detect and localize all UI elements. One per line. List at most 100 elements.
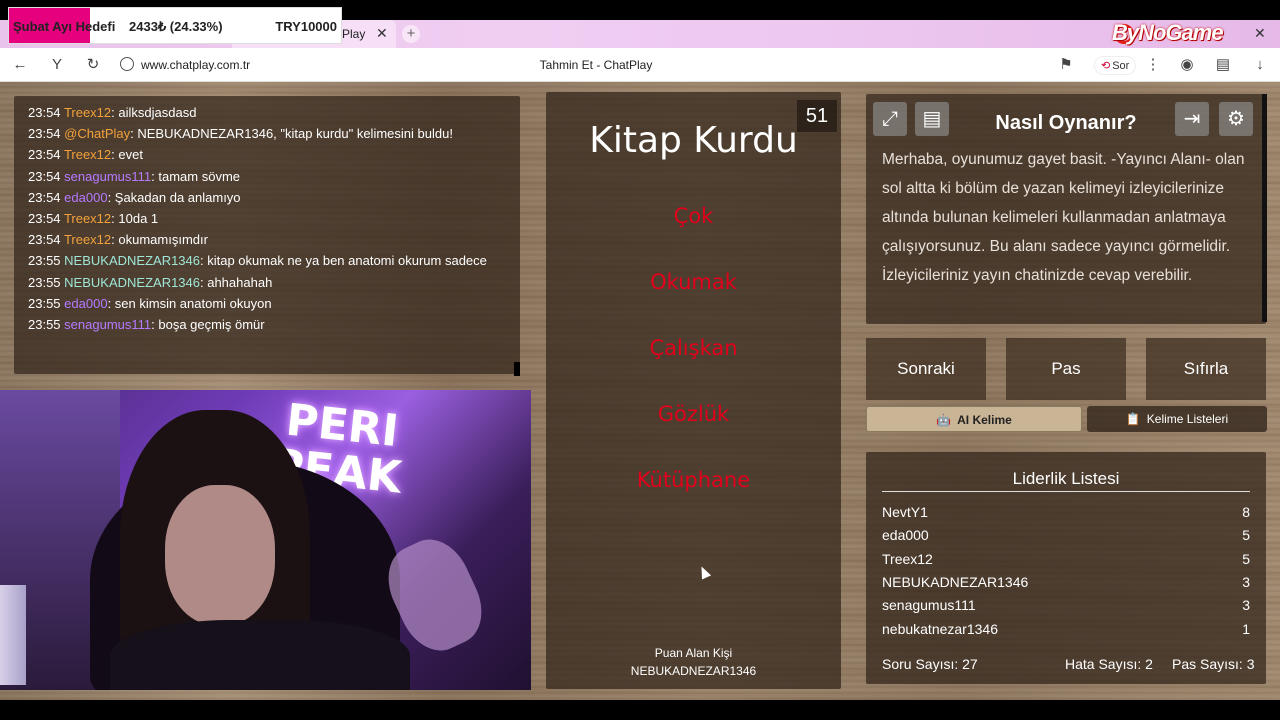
taboo-word: Çalışkan (649, 336, 738, 360)
leaderboard-name: nebukatnezar1346 (882, 620, 998, 637)
chat-text: : ailksdjasdasd (111, 105, 197, 120)
chat-text: : evet (111, 147, 143, 163)
streamer-body (110, 620, 410, 690)
goal-target: TRY10000 (275, 19, 337, 34)
tab-close-icon[interactable]: ✕ (376, 25, 388, 42)
chat-text: : boşa geçmiş ömür (151, 317, 265, 333)
page-title: Tahmin Et - ChatPlay (539, 58, 653, 72)
chat-time: 23:55 (28, 295, 61, 311)
chat-message: 23:55 eda000: sen kimsin anatomi okuyon (28, 293, 512, 314)
pass-button[interactable]: Pas (1006, 338, 1126, 400)
word-lists-button[interactable]: 📋 Kelime Listeleri (1087, 406, 1267, 432)
chat-time: 23:54 (28, 168, 61, 184)
bottom-bar (0, 700, 1280, 720)
leaderboard-score: 5 (1242, 550, 1250, 567)
pass-count: Pas Sayısı: 3 (1172, 656, 1255, 672)
leaderboard-title: Liderlik Listesi (1012, 469, 1120, 488)
chat-time: 23:54 (28, 126, 61, 142)
leaderboard-row: eda000 5 (882, 524, 1250, 546)
goal-progress-text: 2433₺ (24.33%) (129, 19, 223, 34)
chat-panel: 23:54 Treex12: ailksdjasdasd 23:54 @ChatP… (14, 96, 520, 374)
chat-text: : tamam sövme (151, 168, 241, 184)
chat-username[interactable]: @ChatPlay (64, 126, 130, 141)
leaderboard-name: senagumus111 (882, 597, 976, 614)
taboo-word: Okumak (650, 270, 737, 294)
ask-button[interactable]: ⟲ Sor (1094, 56, 1137, 75)
chat-username[interactable]: Treex12 (64, 232, 111, 247)
chat-message: 23:55 NEBUKADNEZAR1346: ahhahahah (28, 272, 512, 293)
ask-label: Sor (1112, 60, 1130, 72)
how-to-play-text: Merhaba, oyunumuz gayet basit. -Yayıncı … (882, 151, 1245, 284)
chat-text: : kitap okumak ne ya ben anatomi okurum … (200, 253, 487, 269)
goal-label: Şubat Ayı Hedefi (13, 19, 116, 34)
tab-title: Play (342, 27, 366, 41)
chat-time: 23:54 (28, 189, 61, 205)
leaderboard-name: NEBUKADNEZAR1346 (882, 573, 1029, 590)
reset-button[interactable]: Sıfırla (1146, 338, 1266, 400)
chat-message: 23:55 senagumus111: boşa geçmiş ömür (28, 314, 512, 335)
leaderboard-row: Treex12 5 (882, 548, 1250, 570)
chat-username[interactable]: senagumus111 (64, 169, 151, 184)
bookmark-icon[interactable]: ⚑ (1056, 55, 1076, 75)
chat-text: : 10da 1 (111, 211, 159, 227)
taboo-word: Gözlük (657, 402, 730, 426)
chat-time: 23:54 (28, 105, 61, 120)
leaderboard-row: NEBUKADNEZAR1346 3 (882, 571, 1250, 593)
webcam-lamp (0, 585, 26, 685)
error-count: Hata Sayısı: 2 (1065, 656, 1153, 672)
window-close-icon[interactable]: ✕ (1254, 25, 1266, 42)
taboo-word: Çok (673, 204, 714, 228)
next-button[interactable]: Sonraki (866, 338, 986, 400)
leaderboard-name: Treex12 (882, 550, 933, 567)
chat-message: 23:54 Treex12: ailksdjasdasd (28, 102, 512, 123)
menu-dots-icon[interactable]: ⋮ (1143, 55, 1163, 75)
chat-username[interactable]: eda000 (64, 296, 107, 311)
leaderboard-score: 5 (1242, 527, 1250, 544)
chat-time: 23:55 (28, 274, 61, 290)
media-icon[interactable]: ◉ (1177, 55, 1197, 75)
chat-username[interactable]: Treex12 (64, 105, 111, 120)
leaderboard-name: NevtY1 (882, 504, 928, 520)
question-count: Soru Sayısı: 27 (882, 656, 978, 672)
collections-icon[interactable]: ▤ (1213, 55, 1233, 75)
chat-text: : Şakadan da anlamıyo (107, 189, 241, 205)
ai-word-button[interactable]: 🤖 AI Kelime (866, 406, 1082, 432)
chat-text: : okumamışımdır (111, 232, 208, 248)
main-word: Kitap Kurdu (589, 120, 798, 161)
chat-text: : NEBUKADNEZAR1346, "kitap kurdu" kelime… (130, 126, 453, 142)
ai-word-label: AI Kelime (957, 413, 1012, 427)
leaderboard-score: 3 (1242, 597, 1250, 614)
chat-username[interactable]: Treex12 (64, 147, 111, 162)
leaderboard-score: 1 (1242, 620, 1250, 637)
chat-username[interactable]: NEBUKADNEZAR1346 (64, 253, 200, 268)
chat-message: 23:55 NEBUKADNEZAR1346: kitap okumak ne … (28, 250, 512, 271)
leaderboard-score: 3 (1242, 573, 1250, 590)
chat-username[interactable]: NEBUKADNEZAR1346 (64, 275, 200, 290)
chat-time: 23:55 (28, 317, 61, 333)
leaderboard-row: NevtY1 8 (882, 501, 1250, 523)
chat-username[interactable]: Treex12 (64, 211, 111, 226)
streamer-face (165, 485, 275, 625)
ask-icon: ⟲ (1101, 60, 1111, 72)
taboo-word: Kütüphane (636, 468, 751, 492)
new-tab-button[interactable]: + (402, 25, 420, 43)
donation-goal-widget: Şubat Ayı Hedefi 2433₺ (24.33%) TRY10000 (8, 7, 342, 44)
leaderboard-name: eda000 (882, 527, 929, 544)
chat-username[interactable]: eda000 (64, 190, 107, 205)
chat-message: 23:54 Treex12: okumamışımdır (28, 229, 512, 250)
word-board (546, 92, 841, 689)
chat-message: 23:54 Treex12: 10da 1 (28, 208, 512, 229)
scorer-label: Puan Alan Kişi (654, 646, 733, 660)
chat-text: : ahhahahah (200, 274, 273, 290)
download-icon[interactable]: ↓ (1250, 55, 1270, 75)
chat-scroll-handle[interactable] (514, 362, 520, 376)
chat-text: : sen kimsin anatomi okuyon (107, 295, 272, 311)
how-to-play-scrollbar[interactable] (1262, 94, 1267, 322)
robot-icon: 🤖 (936, 413, 952, 427)
leaderboard-score: 8 (1242, 504, 1250, 520)
leaderboard-row: senagumus111 3 (882, 594, 1250, 616)
settings-icon[interactable]: ⚙ (1219, 102, 1253, 136)
webcam-feed: PERI PEAK (0, 390, 531, 690)
chat-username[interactable]: senagumus111 (64, 317, 151, 332)
exit-icon[interactable]: ⇥ (1175, 102, 1209, 136)
